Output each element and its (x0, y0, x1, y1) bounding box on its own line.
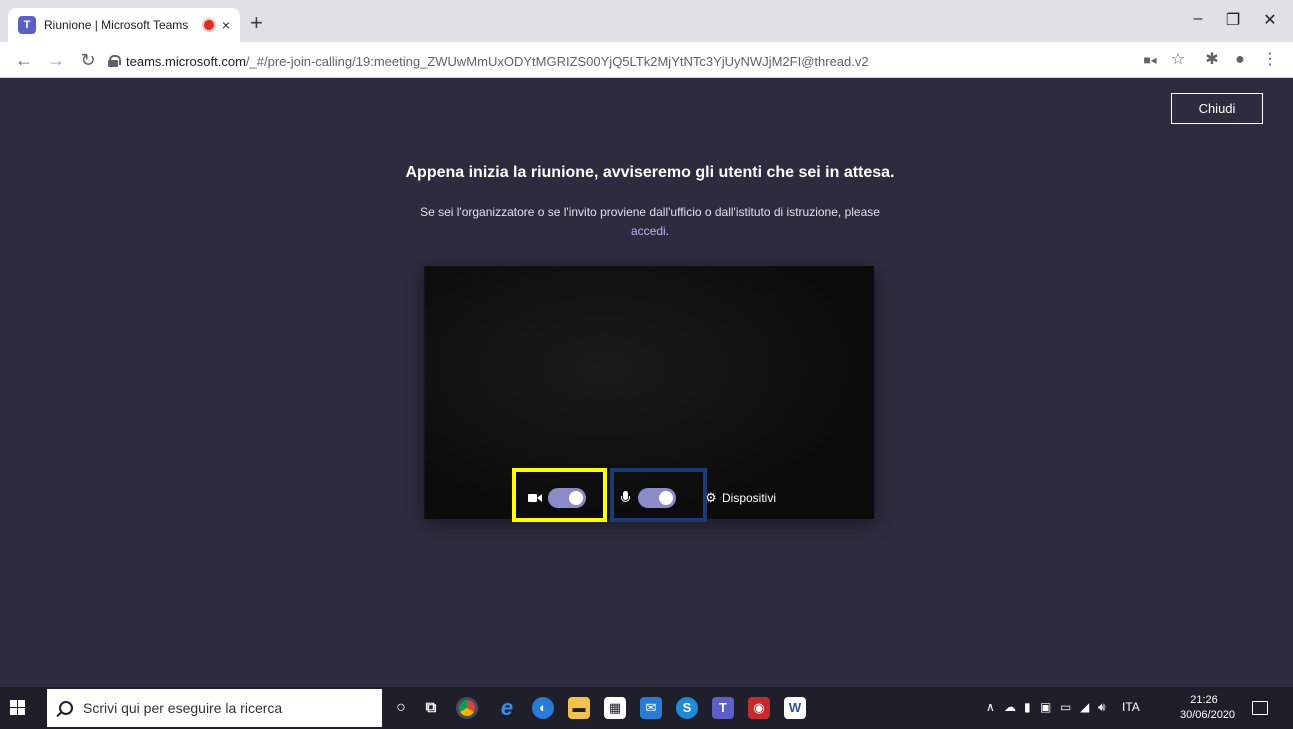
battery-icon[interactable]: ▭ (1060, 700, 1071, 714)
camera-highlight-box (512, 468, 607, 522)
taskbar-clock[interactable]: 21:26 30/06/2020 (1180, 693, 1236, 723)
lock-icon (108, 55, 121, 67)
waiting-heading: Appena inizia la riunione, avviseremo gl… (405, 164, 895, 181)
cortana-icon[interactable]: ○ (390, 697, 412, 719)
notifications-icon[interactable] (1252, 701, 1268, 715)
store-icon[interactable]: ▦ (604, 697, 626, 719)
teams-icon[interactable]: T (712, 697, 734, 719)
signin-hint-text: Se sei l'organizzatore o se l'invito pro… (420, 205, 880, 219)
show-hidden-icons-chevron-icon[interactable]: ∧ (986, 700, 995, 714)
address-bar[interactable]: teams.microsoft.com/_#/pre-join-calling/… (108, 47, 1128, 75)
window-close-button[interactable]: ✕ (1252, 10, 1288, 30)
signin-hint-end: . (665, 224, 670, 238)
taskbar-search-box[interactable]: Scrivi qui per eseguire la ricerca (47, 689, 382, 727)
browser-menu-icon[interactable]: ⋮ (1260, 50, 1280, 70)
bookmark-star-icon[interactable]: ☆ (1168, 50, 1188, 70)
word-icon[interactable]: W (784, 697, 806, 719)
wifi-icon[interactable]: ◢ (1080, 700, 1089, 714)
close-button[interactable]: Chiudi (1171, 93, 1263, 124)
task-view-icon[interactable]: ⧉ (420, 697, 442, 719)
tab-title: Riunione | Microsoft Teams (44, 18, 189, 32)
language-indicator[interactable]: ITA (1122, 700, 1140, 714)
teams-favicon-icon: T (18, 16, 36, 34)
signin-hint: Se sei l'organizzatore o se l'invito pro… (380, 203, 920, 241)
file-explorer-icon[interactable]: ▬ (568, 697, 590, 719)
devices-button[interactable]: Dispositivi (722, 491, 776, 505)
clock-date: 30/06/2020 (1180, 709, 1236, 721)
url-host: teams.microsoft.com (126, 53, 246, 69)
camera-in-use-icon[interactable]: ■◂ (1140, 50, 1160, 70)
microphone-highlight-box (610, 468, 707, 522)
search-icon (59, 701, 73, 715)
minimize-button[interactable]: – (1180, 10, 1216, 28)
internet-explorer-icon[interactable]: e (496, 697, 518, 719)
recording-indicator-icon (203, 20, 214, 30)
security-app-icon[interactable]: ◉ (748, 697, 770, 719)
signin-link[interactable]: accedi (631, 224, 666, 238)
profile-avatar-icon[interactable]: ● (1230, 50, 1250, 70)
extensions-puzzle-icon[interactable]: ✱ (1202, 50, 1222, 70)
chrome-icon[interactable] (456, 697, 478, 719)
reload-icon[interactable]: ↻ (76, 48, 100, 72)
clock-time: 21:26 (1190, 694, 1218, 706)
microphone-tray-icon[interactable]: ▮ (1024, 700, 1031, 714)
new-tab-button[interactable]: + (250, 12, 263, 34)
mail-icon[interactable]: ✉ (640, 697, 662, 719)
skype-icon[interactable]: S (676, 697, 698, 719)
restore-button[interactable]: ❐ (1215, 10, 1251, 30)
taskbar-search-placeholder: Scrivi qui per eseguire la ricerca (83, 700, 283, 716)
volume-icon[interactable]: 🔊︎ (1098, 700, 1106, 715)
onedrive-icon[interactable]: ☁ (1004, 700, 1016, 714)
tab-close-icon[interactable]: × (222, 17, 230, 33)
windows-start-icon[interactable] (10, 700, 26, 716)
back-arrow-icon[interactable]: ← (12, 48, 36, 72)
edge-icon[interactable]: ◐ (532, 697, 554, 719)
display-tray-icon[interactable]: ▣ (1040, 700, 1051, 714)
url-path: /_#/pre-join-calling/19:meeting_ZWUwMmUx… (245, 53, 869, 69)
forward-arrow-icon[interactable]: → (44, 48, 68, 72)
browser-tab[interactable]: T Riunione | Microsoft Teams × (8, 8, 240, 42)
